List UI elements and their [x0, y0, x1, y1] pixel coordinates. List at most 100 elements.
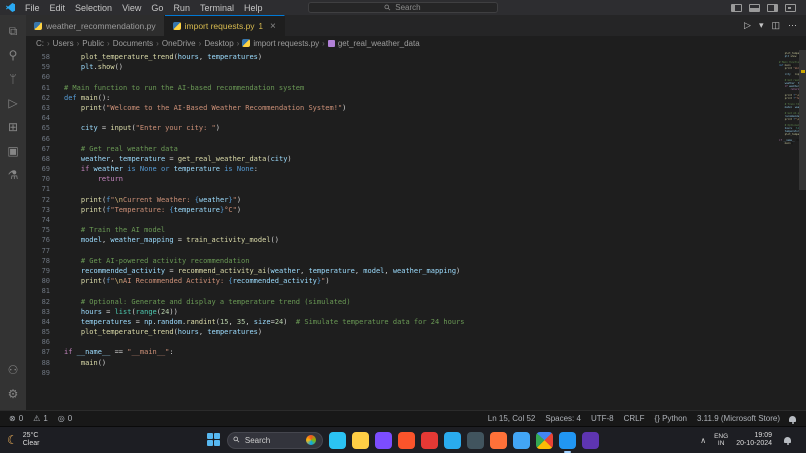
code-line[interactable]: 76 model, weather_mapping = train_activi…	[26, 235, 778, 245]
line-number[interactable]: 85	[26, 327, 64, 337]
line-number[interactable]: 76	[26, 235, 64, 245]
code-line[interactable]: 58 plot_temperature_trend(hours, tempera…	[26, 52, 778, 62]
line-number[interactable]: 71	[26, 184, 64, 194]
code-line[interactable]: 59 plt.show()	[26, 62, 778, 72]
menu-terminal[interactable]: Terminal	[195, 3, 239, 13]
toggle-panel-icon[interactable]	[749, 4, 760, 12]
tab-weather_recommendation-py[interactable]: weather_recommendation.py	[26, 15, 165, 36]
status-language-mode[interactable]: {} Python	[650, 414, 692, 423]
run-debug-icon[interactable]: ▷	[0, 91, 26, 115]
line-number[interactable]: 59	[26, 62, 64, 72]
explorer-icon[interactable]: ⧉	[0, 19, 26, 43]
clock[interactable]: 19:09 20-10-2024	[736, 432, 772, 448]
code-line[interactable]: 75 # Train the AI model	[26, 225, 778, 235]
close-tab-icon[interactable]: ×	[270, 21, 276, 32]
menu-view[interactable]: View	[117, 3, 146, 13]
status-indentation[interactable]: Spaces: 4	[540, 414, 586, 423]
breadcrumb-item[interactable]: Users	[53, 39, 74, 48]
code-area[interactable]: 58 plot_temperature_trend(hours, tempera…	[26, 52, 778, 410]
customize-layout-icon[interactable]	[785, 4, 796, 12]
code-line[interactable]: 86	[26, 337, 778, 347]
breadcrumb-item[interactable]: get_real_weather_data	[328, 39, 420, 48]
app-icon-red[interactable]	[421, 432, 438, 449]
line-number[interactable]: 73	[26, 205, 64, 215]
code-line[interactable]: 79 recommended_activity = recommend_acti…	[26, 266, 778, 276]
code-line[interactable]: 73 print(f"Temperature: {temperature}°C"…	[26, 205, 778, 215]
more-actions-icon[interactable]: ⋯	[788, 20, 797, 31]
line-number[interactable]: 81	[26, 286, 64, 296]
extensions-icon[interactable]: ⊞	[0, 115, 26, 139]
source-control-icon[interactable]: ᛘ	[0, 67, 26, 91]
line-number[interactable]: 88	[26, 358, 64, 368]
line-number[interactable]: 83	[26, 307, 64, 317]
menu-file[interactable]: File	[20, 3, 45, 13]
menu-run[interactable]: Run	[168, 3, 195, 13]
firefox-icon[interactable]	[490, 432, 507, 449]
code-line[interactable]: 87if __name__ == "__main__":	[26, 347, 778, 357]
line-number[interactable]: 67	[26, 144, 64, 154]
code-line[interactable]: 69 if weather is None or temperature is …	[26, 164, 778, 174]
breadcrumb-item[interactable]: OneDrive	[162, 39, 196, 48]
notification-bell-icon[interactable]	[784, 437, 791, 443]
code-line[interactable]: 85 plot_temperature_trend(hours, tempera…	[26, 327, 778, 337]
line-number[interactable]: 64	[26, 113, 64, 123]
line-number[interactable]: 74	[26, 215, 64, 225]
toggle-sidebar-icon[interactable]	[731, 4, 742, 12]
status-ports[interactable]: ◎0	[53, 414, 77, 423]
line-number[interactable]: 75	[26, 225, 64, 235]
status-eol[interactable]: CRLF	[619, 414, 650, 423]
command-center-search[interactable]: ⚲ Search	[308, 2, 498, 13]
code-line[interactable]: 62def main():	[26, 93, 778, 103]
status-warnings[interactable]: ⚠1	[28, 414, 53, 423]
line-number[interactable]: 78	[26, 256, 64, 266]
minimap[interactable]: plot_temperature_trend(hours, temperatur…	[779, 52, 799, 148]
brave-icon[interactable]	[398, 432, 415, 449]
line-number[interactable]: 80	[26, 276, 64, 286]
app-icon-violet[interactable]	[375, 432, 392, 449]
app-icon-blue[interactable]	[513, 432, 530, 449]
code-line[interactable]: 84 temperatures = np.random.randint(15, …	[26, 317, 778, 327]
code-line[interactable]: 82 # Optional: Generate and display a te…	[26, 297, 778, 307]
line-number[interactable]: 66	[26, 134, 64, 144]
notifications-bell-icon[interactable]	[789, 416, 796, 422]
code-line[interactable]: 74	[26, 215, 778, 225]
hidden-icons-chevron[interactable]: ∧	[700, 436, 706, 445]
line-number[interactable]: 82	[26, 297, 64, 307]
menu-edit[interactable]: Edit	[45, 3, 71, 13]
start-button[interactable]	[207, 433, 221, 447]
breadcrumb-item[interactable]: Public	[82, 39, 104, 48]
line-number[interactable]: 62	[26, 93, 64, 103]
code-line[interactable]: 88 main()	[26, 358, 778, 368]
weather-widget[interactable]: ☾ 25°C Clear	[0, 432, 40, 448]
line-number[interactable]: 86	[26, 337, 64, 347]
status-encoding[interactable]: UTF-8	[586, 414, 619, 423]
menu-help[interactable]: Help	[239, 3, 268, 13]
code-line[interactable]: 70 return	[26, 174, 778, 184]
breadcrumb-item[interactable]: C:	[36, 39, 44, 48]
line-number[interactable]: 60	[26, 72, 64, 82]
edge-icon[interactable]	[329, 432, 346, 449]
tab-import-requests-py[interactable]: import requests.py1×	[165, 15, 285, 36]
code-line[interactable]: 78 # Get AI-powered activity recommendat…	[26, 256, 778, 266]
line-number[interactable]: 69	[26, 164, 64, 174]
status-cursor-position[interactable]: Ln 15, Col 52	[483, 414, 541, 423]
remote-explorer-icon[interactable]: ▣	[0, 139, 26, 163]
status-errors[interactable]: ⊗0	[4, 414, 28, 423]
editor[interactable]: 58 plot_temperature_trend(hours, tempera…	[26, 50, 806, 410]
search-icon[interactable]: ⚲	[0, 43, 26, 67]
status-python-version[interactable]: 3.11.9 (Microsoft Store)	[692, 414, 785, 423]
chrome-icon[interactable]	[536, 432, 553, 449]
code-line[interactable]: 66	[26, 134, 778, 144]
app-icon-slate[interactable]	[467, 432, 484, 449]
account-icon[interactable]: ⚇	[0, 358, 26, 382]
code-line[interactable]: 67 # Get real weather data	[26, 144, 778, 154]
line-number[interactable]: 58	[26, 52, 64, 62]
language-indicator[interactable]: ENG IN	[714, 433, 728, 447]
split-editor-icon[interactable]: ◫	[771, 20, 780, 31]
file-explorer-icon[interactable]	[352, 432, 369, 449]
line-number[interactable]: 70	[26, 174, 64, 184]
code-line[interactable]: 65 city = input("Enter your city: ")	[26, 123, 778, 133]
app-icon-purple[interactable]	[582, 432, 599, 449]
line-number[interactable]: 79	[26, 266, 64, 276]
breadcrumb-item[interactable]: import requests.py	[242, 39, 319, 48]
